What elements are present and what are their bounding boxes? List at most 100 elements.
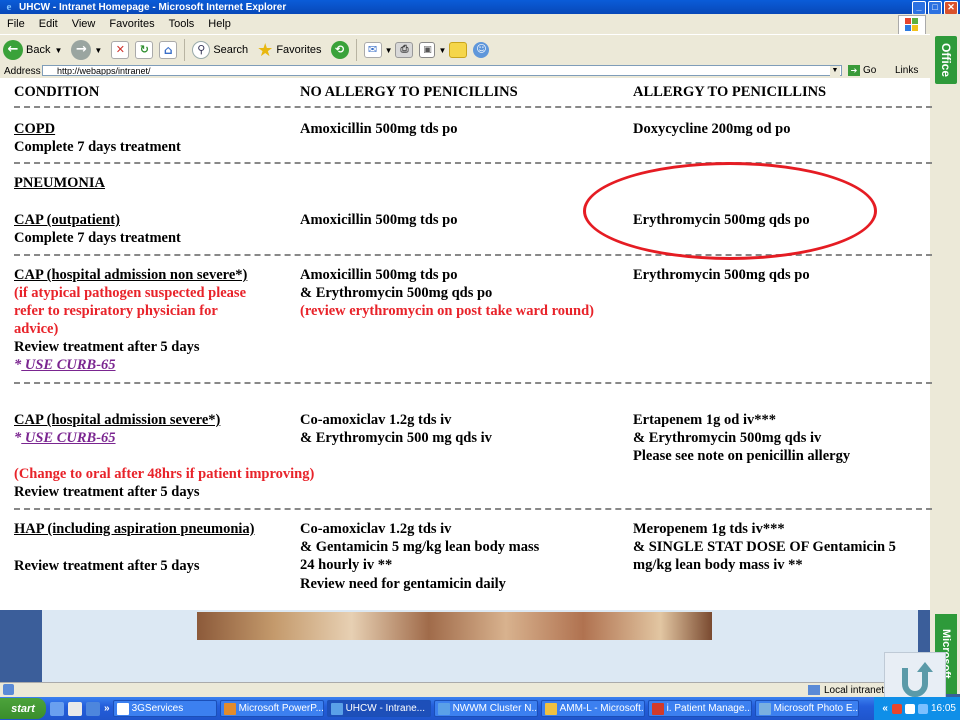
tray-icon[interactable] [904,703,915,714]
menu-help[interactable]: Help [201,18,238,30]
task-label: i. Patient Manage... [666,703,752,714]
cap-nonsevere-no-allergy-1: Amoxicillin 500mg tds po [300,267,458,283]
task-nwwm-cluster[interactable]: NWWM Cluster N... [433,700,538,717]
tray-icon[interactable] [917,703,928,714]
maximize-button[interactable]: □ [928,1,942,15]
task-powerpoint[interactable]: Microsoft PowerP... [219,700,324,717]
quicklaunch-desktop-icon[interactable] [50,701,64,716]
quicklaunch-outlook-icon[interactable] [86,701,100,716]
search-icon: ⚲ [192,41,211,59]
curb65-row: * USE CURB-65 [14,356,116,374]
refresh-icon[interactable]: ↻ [135,41,154,59]
history-icon[interactable]: ⟲ [330,41,349,59]
windows-logo-icon [898,15,926,35]
highlight-ellipse [583,162,877,260]
task-patient-manage[interactable]: i. Patient Manage... [647,700,752,717]
cap-severe-allergy-1: Ertapenem 1g od iv*** [633,412,776,428]
task-label: Microsoft Photo E... [773,703,859,714]
forward-dropdown-icon[interactable]: ▼ [94,46,102,55]
favorites-label: Favorites [276,44,322,56]
hap-allergy-3: mg/kg lean body mass iv ** [633,557,803,573]
start-label: start [11,702,35,715]
links-button[interactable]: Links [895,65,918,76]
hap-no-allergy-3: 24 hourly iv ** [300,557,393,573]
task-label: NWWM Cluster N... [452,703,538,714]
guideline-table: CONDITION NO ALLERGY TO PENICILLINS ALLE… [0,78,932,610]
mail-icon[interactable]: ✉ [363,42,382,58]
page-status-icon [3,684,14,695]
pneumonia-title: PNEUMONIA [14,175,106,191]
tray-icon[interactable] [891,703,902,714]
menu-view[interactable]: View [65,18,103,30]
search-button[interactable]: ⚲ Search [189,38,248,62]
toolbar-separator [355,39,357,61]
u-turn-arrow-icon [902,662,933,697]
hap-note: Review treatment after 5 days [14,558,200,574]
favorites-button[interactable]: ★ Favorites [254,38,321,62]
home-icon[interactable]: ⌂ [159,41,178,59]
curb65-link[interactable]: USE CURB-65 [21,357,116,373]
webpage-photo-banner [197,612,712,640]
menu-edit[interactable]: Edit [32,18,65,30]
copd-title: COPD [14,121,56,137]
cap-nonsevere-red-3: advice) [14,321,59,337]
quicklaunch-chevron[interactable]: » [104,703,110,714]
header-no-allergy: NO ALLERGY TO PENICILLINS [300,84,518,100]
zone-label: Local intranet [824,684,885,696]
back-label: Back [26,44,51,56]
task-amm-l[interactable]: AMM-L - Microsoft... [540,700,645,717]
favorites-star-icon: ★ [257,39,274,60]
forward-arrow-icon: → [71,40,92,60]
menu-favorites[interactable]: Favorites [102,18,161,30]
copd-no-allergy: Amoxicillin 500mg tds po [300,121,458,137]
edit-page-icon[interactable]: ▣ [419,42,436,58]
cap-severe-no-allergy-1: Co-amoxiclav 1.2g tds iv [300,412,452,428]
minimize-button[interactable]: _ [912,1,926,15]
menu-file[interactable]: File [0,18,32,30]
task-uhcw-intranet[interactable]: UHCW - Intrane... [326,700,431,717]
task-photo-editor[interactable]: Microsoft Photo E... [754,700,859,717]
edit-dropdown-icon[interactable]: ▼ [438,46,446,55]
cap-severe-allergy-3: Please see note on penicillin allergy [633,448,851,464]
cap-nonsevere-red-2: refer to respiratory physician for [14,303,218,319]
system-tray: « 16:05 [874,697,960,720]
back-arrow-icon: ← [3,40,23,60]
cap-nonsevere-note: Review treatment after 5 days [14,339,200,355]
mail-dropdown-icon[interactable]: ▼ [385,46,393,55]
print-icon[interactable]: ⎙ [395,42,414,58]
task-3gservices[interactable]: 3GServices [112,700,217,717]
menu-tools[interactable]: Tools [162,18,202,30]
copd-allergy: Doxycycline 200mg od po [633,121,791,137]
photo-icon [758,702,771,715]
address-bar: Address http://webapps/intranet/ ▼ ➔ Go … [0,64,930,78]
cap-nonsevere-no-allergy-2: & Erythromycin 500mg qds po [300,285,493,301]
curb65-row: * USE CURB-65 [14,429,116,447]
window-title-bar: e UHCW - Intranet Homepage - Microsoft I… [0,0,960,15]
close-button[interactable]: ✕ [944,1,958,15]
cap-severe-red: (Change to oral after 48hrs if patient i… [14,466,315,482]
ie-icon [330,702,343,715]
cap-nonsevere-red-1: (if atypical pathogen suspected please [14,285,246,301]
quicklaunch-ie-icon[interactable] [68,701,82,716]
divider-line [14,106,932,108]
office-side-bar[interactable]: Office [935,36,957,84]
ie-icon: e [6,1,12,13]
powerpoint-icon [223,702,236,715]
curb65-link[interactable]: USE CURB-65 [21,430,116,446]
cap-nonsevere-allergy: Erythromycin 500mg qds po [633,267,810,283]
tray-chevron[interactable]: « [882,703,888,714]
go-label: Go [863,65,877,76]
discuss-icon[interactable] [449,42,468,58]
cap-nonsevere-title: CAP (hospital admission non severe*) [14,267,248,283]
address-field[interactable]: http://webapps/intranet/ [42,65,842,76]
stop-icon[interactable]: ✕ [111,41,130,59]
back-button[interactable]: ← Back ▼ [0,38,62,62]
cap-severe-allergy-2: & Erythromycin 500mg qds iv [633,430,822,446]
address-label: Address [4,65,41,77]
back-dropdown-icon[interactable]: ▼ [54,46,62,55]
messenger-icon[interactable]: ☺ [473,42,490,58]
go-button[interactable]: ➔ Go [848,65,876,76]
address-dropdown-icon[interactable]: ▼ [830,66,840,76]
forward-button[interactable]: → ▼ [68,38,102,62]
start-button[interactable]: start [0,698,46,719]
